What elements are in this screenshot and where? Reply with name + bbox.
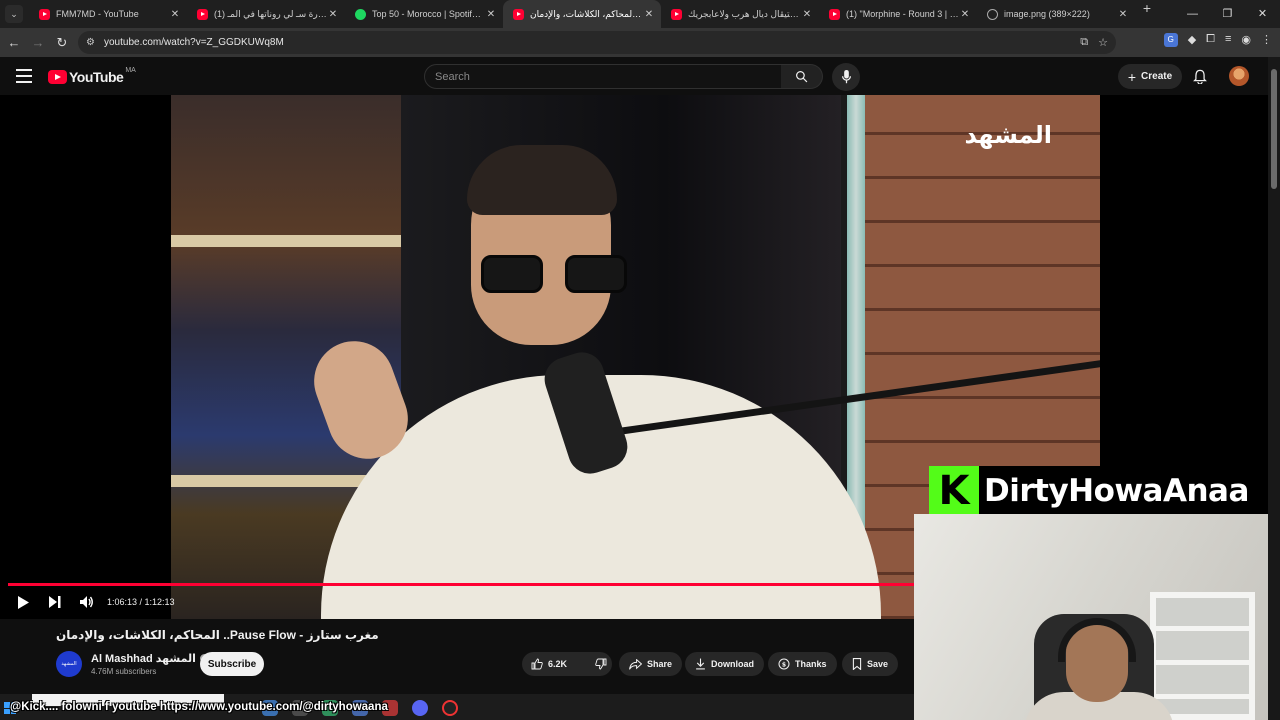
- tab-close-icon[interactable]: ✕: [485, 9, 497, 20]
- next-button[interactable]: [39, 590, 71, 614]
- browser-tab[interactable]: (1) السيارة سـ لي روناتها في المـ ✕: [187, 0, 345, 28]
- thanks-icon: $: [778, 658, 790, 670]
- youtube-icon: [671, 8, 682, 20]
- image-icon: [987, 8, 998, 20]
- tab-close-icon[interactable]: ✕: [1117, 9, 1129, 20]
- browser-tab-bar: ⌄ FMM7MD - YouTube ✕ (1) السيارة سـ لي رو…: [0, 0, 1280, 28]
- reload-icon[interactable]: ↻: [50, 35, 74, 51]
- browser-menu-icon[interactable]: ⋮: [1261, 33, 1272, 47]
- tab-strip: FMM7MD - YouTube ✕ (1) السيارة سـ لي رونا…: [29, 0, 1159, 28]
- bookmark-icon: [852, 658, 862, 670]
- restore-button[interactable]: ❐: [1210, 0, 1245, 28]
- channel-avatar[interactable]: المشهد: [56, 651, 82, 677]
- streamer-banner: K DirtyHowaAnaa: [929, 466, 1280, 516]
- like-button[interactable]: 6.2K: [522, 652, 576, 676]
- back-icon[interactable]: ←: [2, 35, 26, 50]
- url-text[interactable]: youtube.com/watch?v=Z_GGDKUWq8M: [104, 37, 284, 48]
- create-button[interactable]: + Create: [1118, 64, 1182, 89]
- minimize-button[interactable]: —: [1175, 0, 1210, 28]
- thanks-button[interactable]: $ Thanks: [768, 652, 837, 676]
- menu-icon[interactable]: [16, 69, 32, 83]
- tab-search-button[interactable]: ⌄: [5, 5, 23, 23]
- site-info-icon[interactable]: ⚙: [86, 37, 102, 48]
- like-dislike-group: 6.2K: [522, 652, 612, 676]
- taskbar-app-icon[interactable]: [412, 700, 428, 716]
- page-scrollbar[interactable]: [1268, 57, 1280, 720]
- search-button[interactable]: [781, 64, 823, 89]
- youtube-icon: [39, 8, 50, 20]
- microphone-icon: [841, 70, 851, 84]
- play-icon: [18, 595, 29, 609]
- tab-close-icon[interactable]: ✕: [643, 9, 655, 20]
- subscriber-count: 4.76M subscribers: [91, 667, 157, 676]
- extension-diamond-icon[interactable]: ◆: [1188, 33, 1196, 47]
- channel-watermark: المشهد: [964, 121, 1052, 149]
- thumbs-up-icon: [531, 658, 543, 670]
- browser-tab-active[interactable]: المحاكم، الكلاشات، والإدمان Flow✕: [503, 0, 661, 28]
- kick-logo: K: [929, 466, 979, 516]
- youtube-icon: [513, 8, 524, 20]
- window-controls: — ❐ ✕: [1175, 0, 1280, 28]
- save-button[interactable]: Save: [842, 652, 899, 676]
- spotify-icon: [355, 8, 366, 20]
- media-controls-icon[interactable]: ≡: [1225, 33, 1231, 47]
- close-window-button[interactable]: ✕: [1245, 0, 1280, 28]
- svg-text:$: $: [782, 661, 786, 668]
- tab-close-icon[interactable]: ✕: [959, 9, 971, 20]
- search-icon: [796, 71, 808, 83]
- download-button[interactable]: Download: [685, 652, 764, 676]
- scrollbar-thumb[interactable]: [1271, 69, 1277, 189]
- browser-tab[interactable]: image.png (389×222) ✕: [977, 0, 1135, 28]
- extensions-area: G ◆ ⧠ ≡ ◉ ⋮: [1163, 33, 1272, 47]
- subscribe-button[interactable]: Subscribe: [200, 652, 264, 676]
- webcam-feed: [914, 514, 1280, 720]
- search-box: [424, 64, 782, 89]
- download-icon: [696, 658, 705, 670]
- account-avatar[interactable]: [1229, 66, 1249, 86]
- bookmark-star-icon[interactable]: ☆: [1098, 36, 1108, 49]
- voice-search-button[interactable]: [832, 63, 860, 91]
- volume-icon: [80, 596, 93, 608]
- share-button[interactable]: Share: [619, 652, 683, 676]
- youtube-logo[interactable]: YouTube MA: [48, 67, 136, 85]
- translate-extension-icon[interactable]: G: [1163, 33, 1178, 47]
- browser-tab[interactable]: (1) "Morphine - Round 3 | Figh ✕: [819, 0, 977, 28]
- streamer-name: DirtyHowaAnaa: [984, 473, 1249, 509]
- browser-tab[interactable]: Top 50 - Morocco | Spotify Play ✕: [345, 0, 503, 28]
- browser-tab[interactable]: FMM7MD - YouTube ✕: [29, 0, 187, 28]
- plus-icon: +: [1127, 68, 1137, 85]
- search-input[interactable]: [425, 65, 781, 88]
- tab-close-icon[interactable]: ✕: [327, 9, 339, 20]
- play-button[interactable]: [7, 590, 39, 614]
- browser-tab[interactable]: فيستيڤال ديال هرب ولاعابجريك ✕: [661, 0, 819, 28]
- stream-ticker-text: @Kick.... folowni f youtube https://www.…: [10, 701, 388, 713]
- video-title: مغرب ستارز - Pause Flow.. المحاكم، الكلا…: [56, 628, 379, 642]
- skip-next-icon: [49, 596, 61, 608]
- volume-button[interactable]: [71, 590, 103, 614]
- profile-icon[interactable]: ◉: [1241, 33, 1251, 47]
- taskbar-app-icon[interactable]: [442, 700, 458, 716]
- dislike-button[interactable]: [586, 652, 616, 676]
- extensions-puzzle-icon[interactable]: ⧠: [1206, 33, 1215, 47]
- youtube-icon: [197, 8, 208, 20]
- channel-name-link[interactable]: Al Mashhad المشهد ✓: [91, 652, 209, 665]
- address-bar[interactable]: ⚙ youtube.com/watch?v=Z_GGDKUWq8M ⧉ ☆: [78, 31, 1116, 54]
- cast-icon[interactable]: ⧉: [1080, 36, 1088, 49]
- notifications-bell-icon[interactable]: [1193, 69, 1207, 89]
- share-icon: [629, 658, 642, 670]
- youtube-icon: [829, 8, 840, 20]
- tab-close-icon[interactable]: ✕: [801, 9, 813, 20]
- new-tab-button[interactable]: +: [1135, 0, 1159, 28]
- forward-icon[interactable]: →: [26, 35, 50, 50]
- thumbs-down-icon: [595, 658, 607, 670]
- tab-close-icon[interactable]: ✕: [169, 9, 181, 20]
- browser-toolbar: ← → ↻ ⚙ youtube.com/watch?v=Z_GGDKUWq8M …: [0, 28, 1280, 57]
- youtube-play-icon: [48, 70, 67, 84]
- like-count: 6.2K: [548, 659, 568, 669]
- time-display: 1:06:13 / 1:12:13: [107, 597, 175, 607]
- youtube-masthead: YouTube MA + Create: [0, 57, 1268, 95]
